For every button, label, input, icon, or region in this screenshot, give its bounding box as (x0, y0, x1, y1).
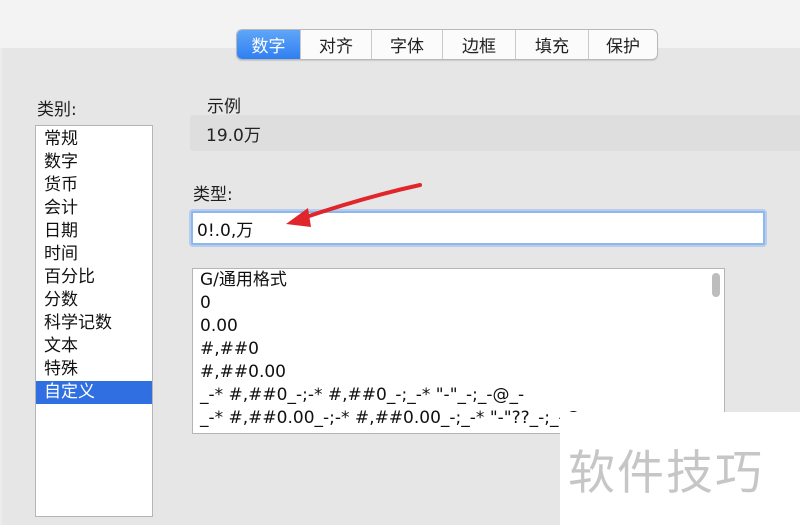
category-item-custom[interactable]: 自定义 (36, 381, 152, 404)
sample-label: 示例 (207, 97, 241, 117)
category-item-number[interactable]: 数字 (36, 151, 152, 174)
sample-preview: 19.0万 (190, 115, 800, 151)
format-item[interactable]: _-* #,##0_-;-* #,##0_-;_-* "-"_-;_-@_- (193, 384, 724, 407)
tab-border[interactable]: 边框 (443, 30, 516, 59)
format-item[interactable]: #,##0 (193, 338, 724, 361)
tab-number[interactable]: 数字 (237, 30, 301, 59)
arrow-head (286, 208, 311, 227)
scrollbar-thumb[interactable] (712, 273, 720, 297)
category-item-date[interactable]: 日期 (36, 220, 152, 243)
category-item-general[interactable]: 常规 (36, 128, 152, 151)
format-item[interactable]: 0.00 (193, 315, 724, 338)
format-code-list[interactable]: G/通用格式 0 0.00 #,##0 #,##0.00 _-* #,##0_-… (192, 268, 725, 434)
category-item-fraction[interactable]: 分数 (36, 289, 152, 312)
category-item-special[interactable]: 特殊 (36, 358, 152, 381)
format-item[interactable]: #,##0.00 (193, 361, 724, 384)
tab-font[interactable]: 字体 (372, 30, 443, 59)
category-item-text[interactable]: 文本 (36, 335, 152, 358)
tab-protection[interactable]: 保护 (589, 30, 657, 59)
format-tabs: 数字 对齐 字体 边框 填充 保护 (236, 29, 658, 60)
sample-value: 19.0万 (206, 126, 261, 146)
watermark: 软件技巧 (560, 412, 800, 525)
tab-fill[interactable]: 填充 (516, 30, 589, 59)
arrow-shaft (298, 183, 422, 221)
type-label: 类型: (193, 185, 233, 205)
category-item-time[interactable]: 时间 (36, 243, 152, 266)
red-arrow-annotation (286, 183, 422, 227)
watermark-text: 软件技巧 (568, 446, 764, 501)
category-item-currency[interactable]: 货币 (36, 174, 152, 197)
category-label: 类别: (37, 100, 77, 120)
category-item-scientific[interactable]: 科学记数 (36, 312, 152, 335)
format-item[interactable]: 0 (193, 292, 724, 315)
tab-alignment[interactable]: 对齐 (301, 30, 372, 59)
category-list[interactable]: 常规 数字 货币 会计 日期 时间 百分比 分数 科学记数 文本 特殊 自定义 (35, 125, 153, 517)
category-item-percentage[interactable]: 百分比 (36, 266, 152, 289)
category-item-accounting[interactable]: 会计 (36, 197, 152, 220)
format-item[interactable]: G/通用格式 (193, 269, 724, 292)
